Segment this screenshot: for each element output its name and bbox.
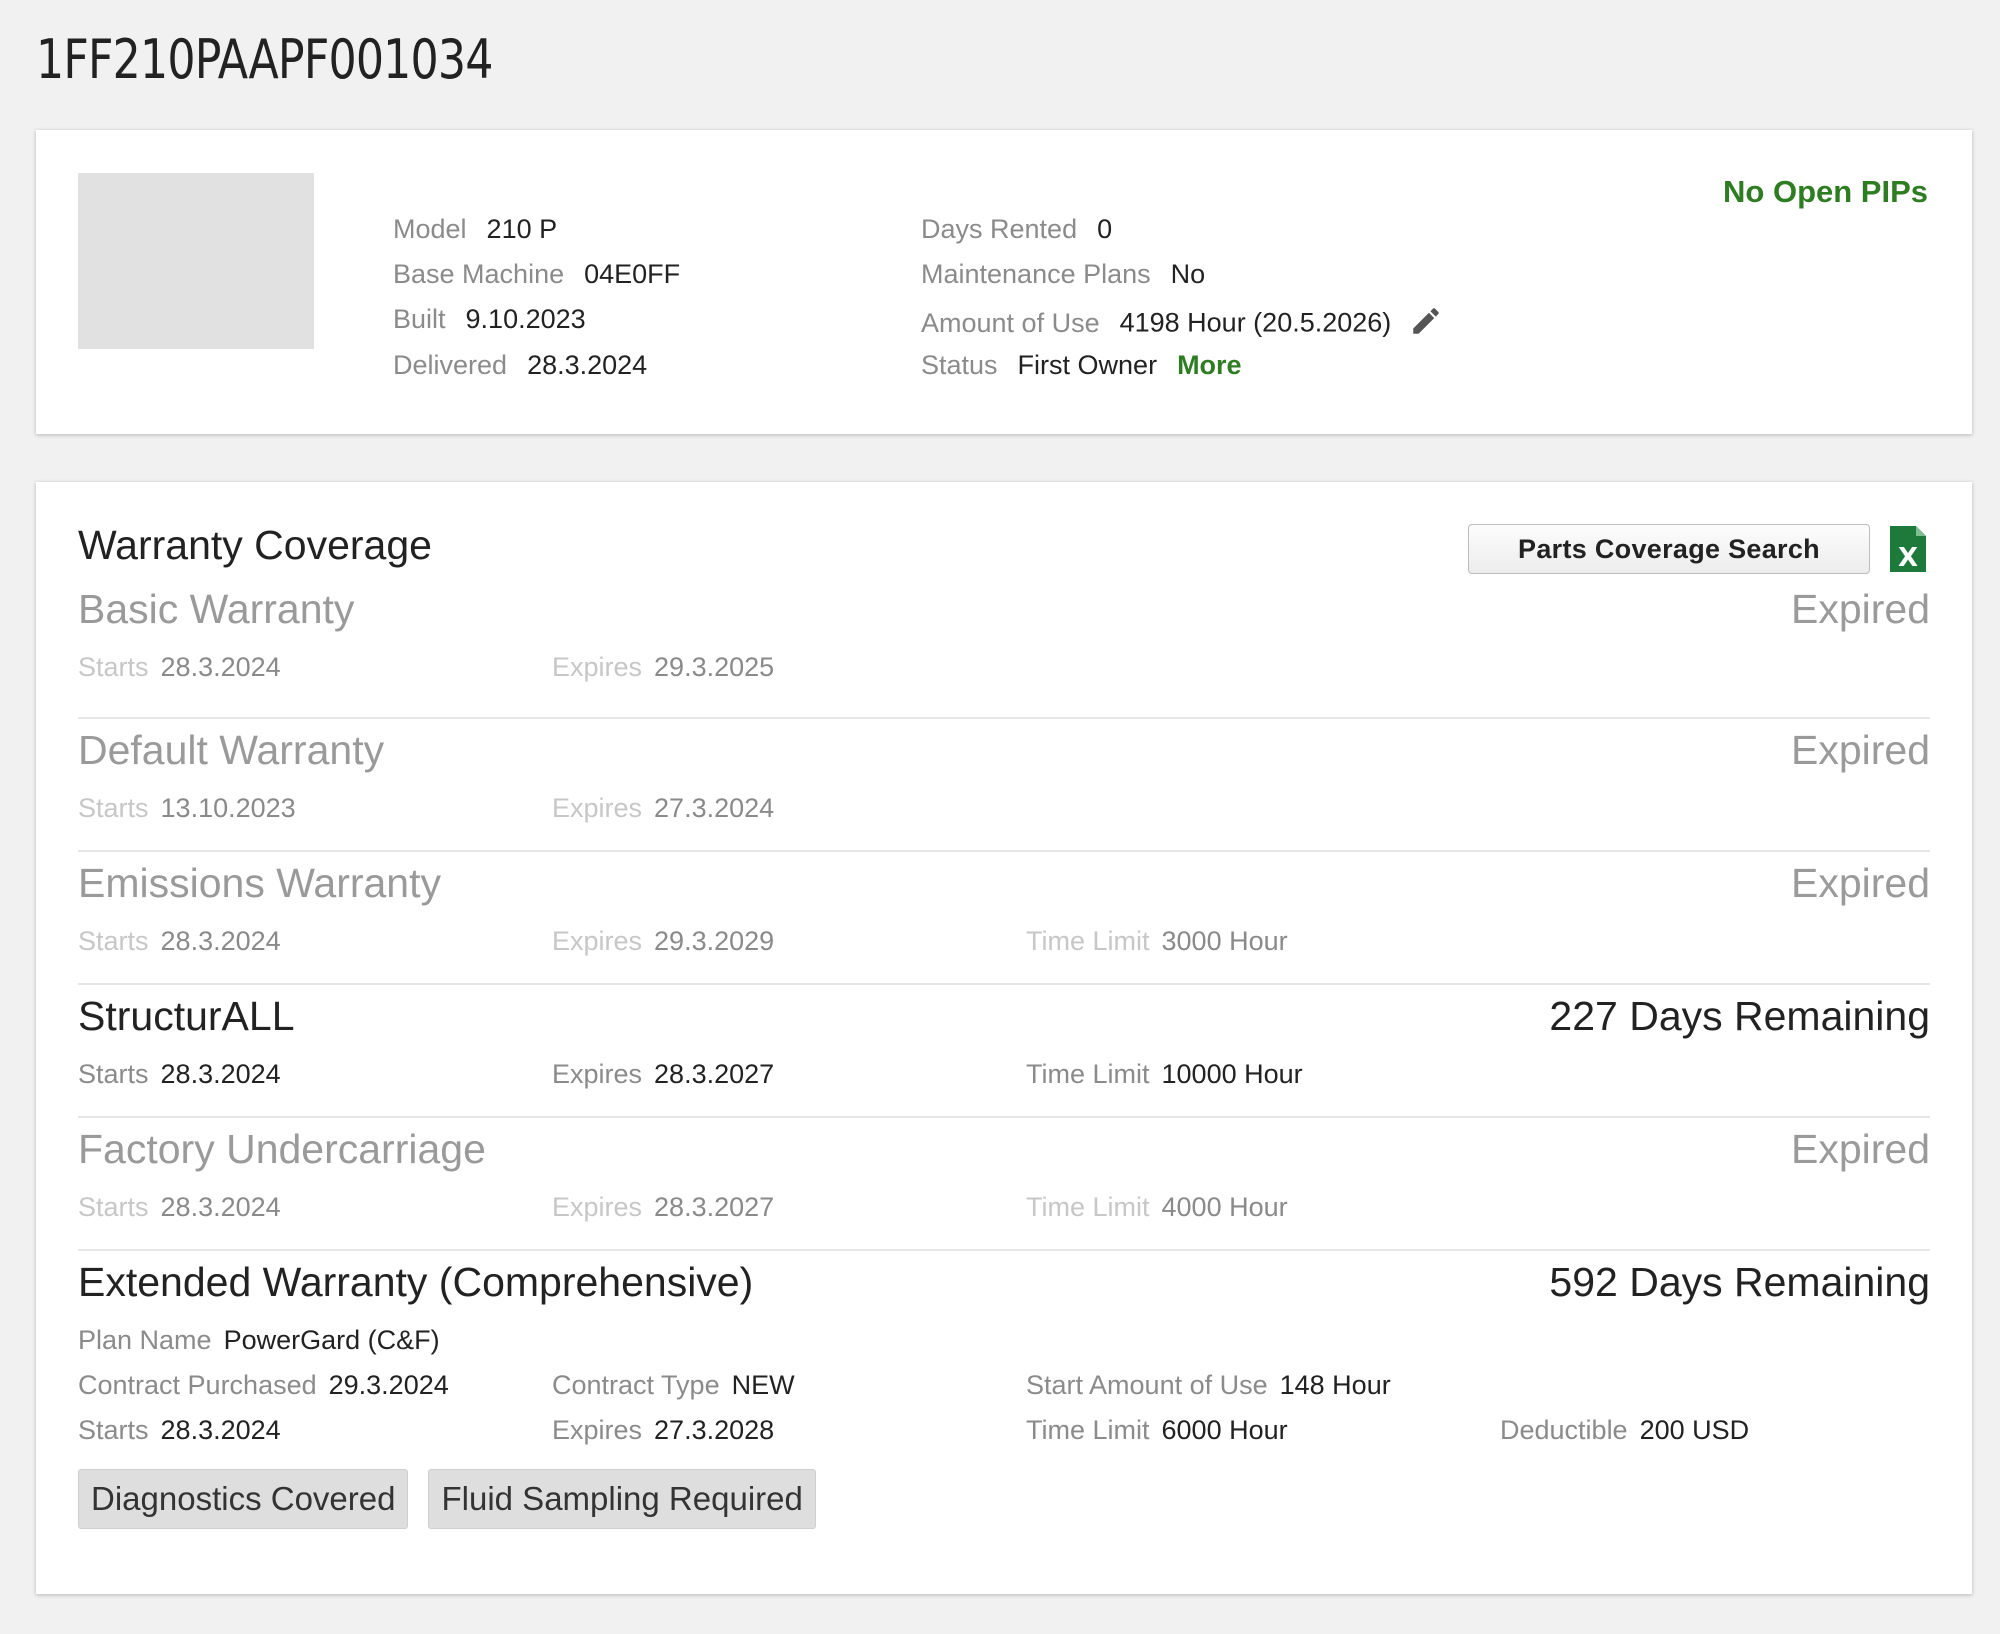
warranty-state: Expired: [1790, 860, 1930, 906]
field-starts: Starts 28.3.2024: [78, 1059, 281, 1089]
field-time-limit: Time Limit 4000 Hour: [1026, 1192, 1288, 1222]
edit-pencil-icon[interactable]: [1409, 304, 1443, 345]
field-starts: Starts 28.3.2024: [78, 1415, 281, 1445]
excel-export-icon[interactable]: X: [1888, 524, 1928, 579]
warranty-item-basic: Basic Warranty Expired Starts 28.3.2024 E…: [78, 586, 1930, 719]
spec-value: No: [1170, 259, 1206, 289]
field-expires: Expires 29.3.2025: [552, 652, 775, 682]
spec-value: 28.3.2024: [527, 350, 648, 380]
spec-value: 04E0FF: [584, 259, 681, 289]
warranty-state: 227 Days Remaining: [1549, 993, 1930, 1039]
field-time-limit: Time Limit 6000 Hour: [1026, 1415, 1288, 1445]
more-link[interactable]: More: [1177, 350, 1242, 380]
spec-label: Maintenance Plans: [921, 259, 1151, 289]
warranty-name: Emissions Warranty: [78, 860, 441, 906]
field-expires: Expires 27.3.2028: [552, 1415, 775, 1445]
field-plan-name: Plan Name PowerGard (C&F): [78, 1325, 440, 1355]
warranty-item-structurall: StructurALL 227 Days Remaining Starts 28.…: [78, 985, 1930, 1118]
spec-label: Built: [393, 304, 446, 334]
field-starts: Starts 28.3.2024: [78, 652, 281, 682]
section-title: Warranty Coverage: [78, 522, 432, 568]
field-starts: Starts 13.10.2023: [78, 793, 296, 823]
field-expires: Expires 27.3.2024: [552, 793, 775, 823]
warranty-item-extended: Extended Warranty (Comprehensive) 592 Da…: [78, 1251, 1930, 1551]
spec-value: 210 P: [486, 214, 558, 244]
spec-value: 0: [1097, 214, 1113, 244]
warranty-name: Extended Warranty (Comprehensive): [78, 1259, 754, 1305]
warranty-state: Expired: [1790, 727, 1930, 773]
parts-coverage-search-button[interactable]: Parts Coverage Search: [1468, 524, 1870, 574]
field-contract-type: Contract Type NEW: [552, 1370, 795, 1400]
spec-maintenance-plans: Maintenance Plans No: [921, 259, 1205, 290]
page-title: 1FF210PAAPF001034: [36, 28, 493, 91]
svg-text:X: X: [1898, 543, 1918, 573]
spec-label: Base Machine: [393, 259, 565, 289]
warranty-name: Factory Undercarriage: [78, 1126, 486, 1172]
coverage-badges: Diagnostics Covered Fluid Sampling Requi…: [78, 1469, 816, 1529]
warranty-item-factory-undercarriage: Factory Undercarriage Expired Starts 28.3…: [78, 1118, 1930, 1251]
spec-built: Built 9.10.2023: [393, 304, 586, 335]
spec-label: Amount of Use: [921, 307, 1100, 338]
warranty-item-default: Default Warranty Expired Starts 13.10.202…: [78, 719, 1930, 852]
spec-label: Delivered: [393, 350, 508, 380]
field-expires: Expires 29.3.2029: [552, 926, 775, 956]
warranty-state: Expired: [1790, 1126, 1930, 1172]
warranty-coverage-card: Warranty Coverage Parts Coverage Search …: [36, 482, 1972, 1594]
spec-days-rented: Days Rented 0: [921, 214, 1112, 245]
field-start-amount-of-use: Start Amount of Use 148 Hour: [1026, 1370, 1391, 1400]
spec-label: Days Rented: [921, 214, 1078, 244]
warranty-item-emissions: Emissions Warranty Expired Starts 28.3.20…: [78, 852, 1930, 985]
warranty-name: StructurALL: [78, 993, 295, 1039]
warranty-state: 592 Days Remaining: [1549, 1259, 1930, 1305]
field-time-limit: Time Limit 3000 Hour: [1026, 926, 1288, 956]
machine-photo-placeholder: [78, 173, 314, 349]
badge-fluid-sampling-required: Fluid Sampling Required: [428, 1469, 816, 1529]
badge-diagnostics-covered: Diagnostics Covered: [78, 1469, 409, 1529]
field-starts: Starts 28.3.2024: [78, 926, 281, 956]
spec-model: Model 210 P: [393, 214, 557, 245]
pip-status: No Open PIPs: [1723, 174, 1928, 209]
spec-value: First Owner: [1017, 350, 1158, 380]
spec-label: Status: [921, 350, 998, 380]
machine-summary-card: Model 210 P Base Machine 04E0FF Built 9.10.…: [36, 130, 1972, 434]
spec-value: 4198 Hour (20.5.2026): [1119, 307, 1392, 338]
spec-base-machine: Base Machine 04E0FF: [393, 259, 680, 290]
warranty-list: Basic Warranty Expired Starts 28.3.2024 E…: [78, 586, 1930, 1551]
spec-amount-of-use: Amount of Use 4198 Hour (20.5.2026): [921, 304, 1443, 345]
spec-value: 9.10.2023: [465, 304, 586, 334]
field-time-limit: Time Limit 10000 Hour: [1026, 1059, 1303, 1089]
field-contract-purchased: Contract Purchased 29.3.2024: [78, 1370, 449, 1400]
spec-status: Status First Owner More: [921, 350, 1242, 381]
field-deductible: Deductible 200 USD: [1500, 1415, 1750, 1445]
field-expires: Expires 28.3.2027: [552, 1192, 775, 1222]
warranty-state: Expired: [1790, 586, 1930, 632]
field-starts: Starts 28.3.2024: [78, 1192, 281, 1222]
warranty-name: Basic Warranty: [78, 586, 355, 632]
spec-delivered: Delivered 28.3.2024: [393, 350, 647, 381]
field-expires: Expires 28.3.2027: [552, 1059, 775, 1089]
warranty-name: Default Warranty: [78, 727, 385, 773]
spec-label: Model: [393, 214, 467, 244]
